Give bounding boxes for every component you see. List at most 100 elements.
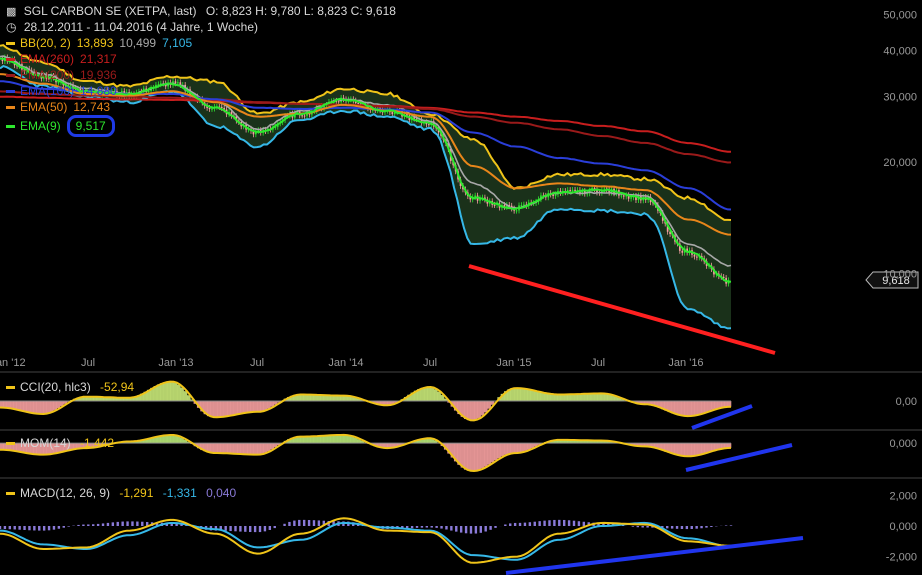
macd-histogram-bar [258,526,262,533]
mom-fill [504,443,508,455]
cci-fill [250,401,254,412]
cci-fill [437,391,441,401]
cci-swatch [6,386,15,390]
macd-histogram-bar [8,526,12,530]
mom-fill [253,443,258,455]
mom-fill [697,443,702,455]
legend-value: 21,317 [80,52,117,66]
macd-histogram-bar [528,522,532,526]
cci-fill [230,401,234,416]
macd-histogram-bar [33,526,36,531]
macd-histogram-bar [484,526,487,532]
macd-histogram-bar [229,526,232,532]
candle-body [569,190,572,192]
macd-histogram-bar [700,526,703,529]
candle-body [681,250,684,253]
cci-fill [423,387,428,401]
cci-fill [56,401,61,409]
macd-histogram-bar [87,524,90,526]
mom-fill [350,436,355,444]
cci-fill [707,401,712,411]
macd-histogram-bar [518,522,522,526]
y-tick-label: 50,000 [883,9,917,21]
mom-value: -1,442 [80,436,115,450]
mom-fill [236,443,241,455]
cci-fill [550,394,555,401]
cci-fill [236,401,241,414]
macd-histogram-bar [283,523,286,526]
mom-fill [243,443,248,455]
legend-value: 14,880 [80,84,117,98]
cci-fill [597,393,602,401]
legend-item[interactable]: BB(20, 2) 13,893 10,499 7,105 [6,35,396,51]
cci-fill [690,401,695,416]
macd-histogram-bar [538,521,541,526]
mom-fill [494,443,498,461]
mom-fill [247,443,251,455]
macd-histogram-bar [435,526,438,528]
cci-fill [517,388,522,401]
cci-fill [537,392,542,401]
legend-item[interactable]: EMA(9) 9,517 [6,115,396,137]
macd-histogram-bar [302,519,306,526]
legend-swatch [6,106,15,110]
x-tick-label: Jan '13 [158,357,193,369]
macd-histogram-bar [312,520,316,526]
mom-fill [340,434,345,444]
title-row: ▩ SGL CARBON SE (XETPA, last) O: 8,823 H… [6,3,396,19]
mom-fill [480,443,485,469]
cci-fill [477,401,481,418]
main-legend: ▩ SGL CARBON SE (XETPA, last) O: 8,823 H… [6,3,396,137]
legend-item[interactable]: EMA(100) 14,880 [6,83,396,99]
macd-histogram-bar [0,526,2,530]
cci-fill [530,390,535,401]
mom-fill [707,443,712,452]
macd-histogram-bar [38,526,41,531]
clock-icon: ◷ [6,20,17,34]
macd-histogram-bar [445,526,448,530]
legend-value: 12,743 [73,100,111,114]
mom-fill [333,435,338,444]
macd-histogram-bar [268,526,272,530]
cci-fill [50,401,54,412]
macd-histogram-bar [459,526,463,533]
legend-item[interactable]: EMA(200) 19,936 [6,67,396,83]
cci-fill [427,386,431,401]
macd-histogram-bar [42,526,46,531]
macd-signal-line [0,521,732,561]
y-tick-label: 10,000 [883,269,917,281]
macd-histogram-bar [141,521,144,526]
mom-fill [517,443,522,453]
macd-signal-value: -1,331 [162,486,197,500]
macd-histogram-bar [116,521,119,526]
y-tick-label: 30,000 [883,92,917,104]
cci-label: CCI(20, hlc3) [20,380,91,394]
cci-fill [40,401,44,414]
macd-histogram-bar [425,526,429,528]
legend-item[interactable]: EMA(260) 21,317 [6,51,396,67]
macd-histogram-bar [641,526,644,528]
macd-histogram-bar [543,520,546,526]
macd-histogram-bar [474,526,478,534]
macd-histogram-bar [298,519,301,526]
mom-fill [176,436,181,444]
macd-histogram-bar [685,526,689,530]
legend-item[interactable]: EMA(50) 12,743 [6,99,396,115]
macd-histogram-bar [513,522,517,526]
mom-fill [483,443,488,467]
candle-body [554,194,557,196]
mom-fill [216,443,221,454]
macd-histogram-bar [494,526,497,528]
macd-histogram-bar [234,526,237,532]
macd-histogram-bar [504,524,507,526]
candle-body [428,124,430,126]
mom-fill [487,443,491,465]
candle-body [693,254,696,257]
macd-histogram-bar [533,521,536,526]
mom-fill [223,443,228,454]
mom-fill [477,443,481,470]
candle-body [493,204,496,206]
macd-histogram-bar [28,526,31,531]
cci-fill [687,401,692,417]
mom-fill [677,443,682,456]
